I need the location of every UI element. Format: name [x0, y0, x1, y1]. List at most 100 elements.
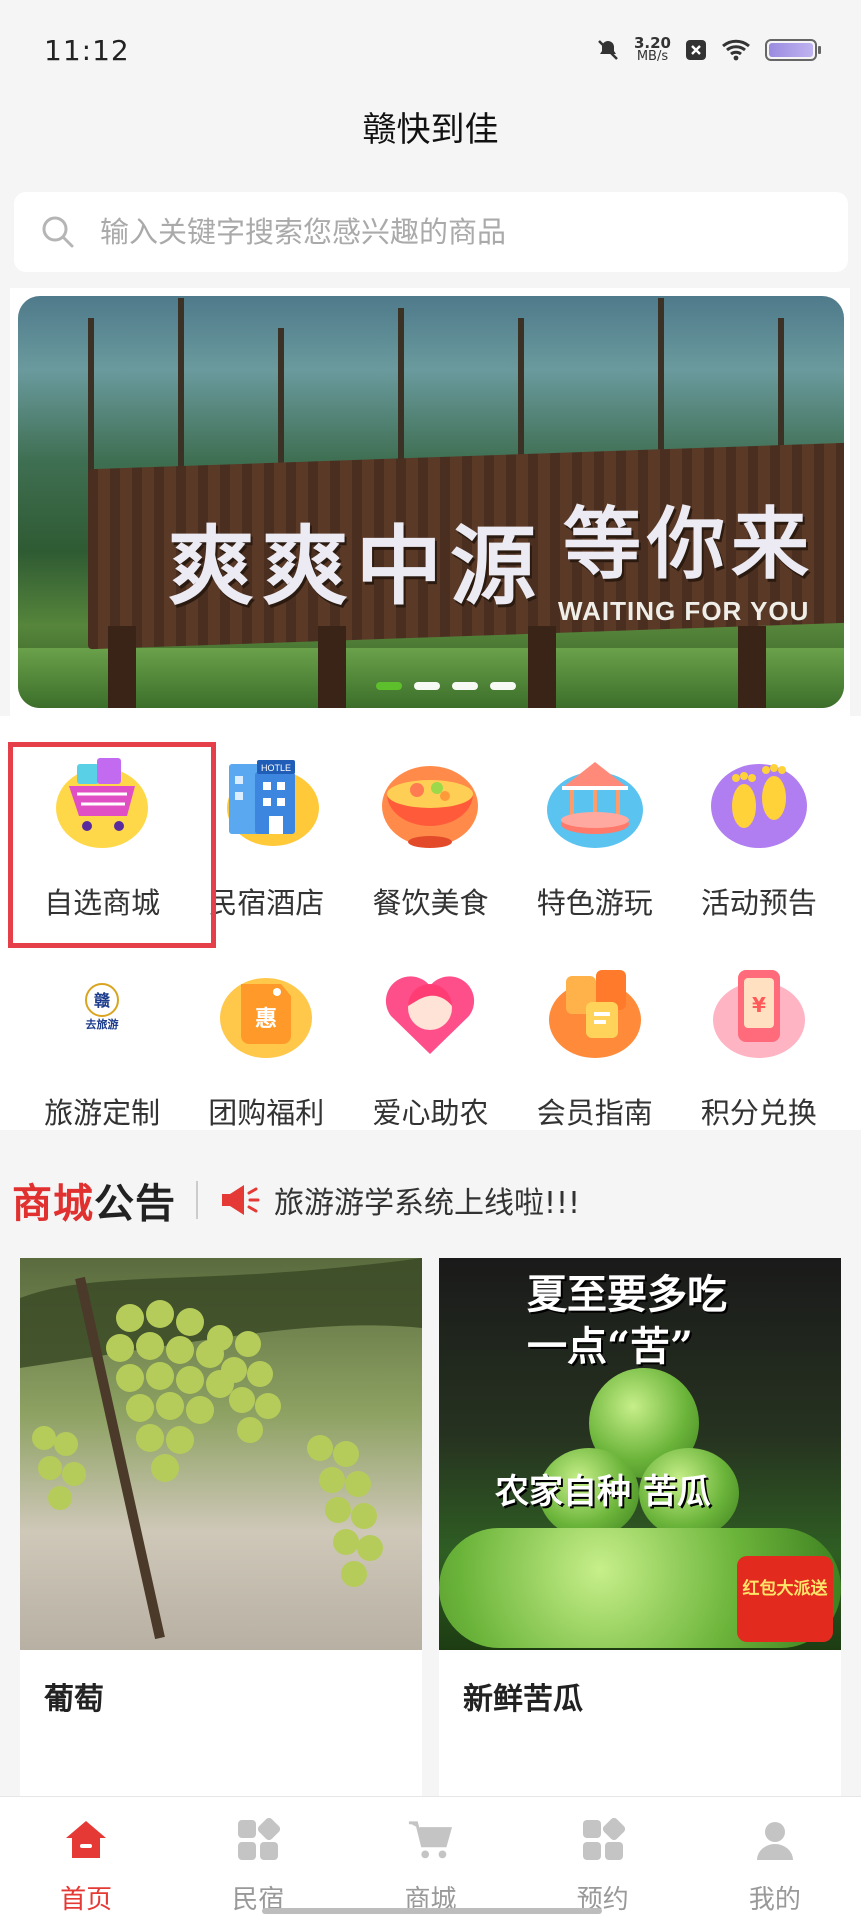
search-input[interactable] — [100, 215, 800, 249]
grid-apps-icon — [580, 1817, 626, 1863]
category-label: 餐饮美食 — [372, 886, 489, 920]
carousel-dot[interactable] — [376, 682, 402, 690]
product-name: 新鲜苦瓜 — [463, 1682, 583, 1717]
category-label: 会员指南 — [536, 1096, 653, 1130]
category-label: 特色游玩 — [536, 886, 653, 920]
product-image-grapes — [20, 1258, 422, 1650]
cart-icon — [407, 1817, 453, 1863]
bell-muted-icon — [596, 38, 620, 62]
category-label: 活动预告 — [700, 886, 817, 920]
category-grid: 自选商城 HOTLE 民宿酒店 餐饮美食 特色游玩 活动预告 赣 去旅游 旅游定… — [20, 746, 841, 1132]
nav-label: 我的 — [748, 1885, 801, 1915]
status-time: 11:12 — [44, 33, 130, 67]
banner-grass — [18, 648, 844, 708]
product-card[interactable]: 葡萄 ¥ — [20, 1258, 422, 1798]
svg-text:¥: ¥ — [752, 993, 766, 1017]
notice-title-part-b: 公告 — [94, 1182, 176, 1226]
category-label: 爱心助农 — [372, 1096, 489, 1130]
sign-post — [318, 626, 346, 708]
banner-carousel[interactable]: 爽爽中源 等你来 WAITING FOR YOU — [18, 296, 844, 708]
category-label: 团购福利 — [208, 1096, 325, 1130]
grid-apps-icon — [235, 1817, 281, 1863]
banner-sign-text: 爽爽中源 — [168, 516, 544, 617]
sign-post — [528, 626, 556, 708]
category-item-help-farmers[interactable]: 爱心助农 — [348, 956, 512, 1132]
category-label: 旅游定制 — [44, 1096, 161, 1130]
shopping-cart-icon — [47, 746, 157, 856]
wifi-icon — [721, 39, 751, 61]
category-label: 自选商城 — [44, 886, 161, 920]
svg-text:HOTLE: HOTLE — [261, 763, 291, 773]
nav-label: 首页 — [60, 1885, 113, 1915]
close-box-icon — [685, 39, 707, 61]
nav-item-profile[interactable]: 我的 — [689, 1797, 861, 1920]
product-image-bitter-melon: 夏至要多吃 一点“苦” 农家自种 苦瓜 红包大派送 — [439, 1258, 841, 1650]
product-list: 葡萄 ¥ 夏至要多吃 一点“苦” 农家自种 苦瓜 红包大派送 新鲜苦瓜 ¥ — [0, 1258, 861, 1798]
notice-text: 旅游游学系统上线啦!!! — [274, 1186, 581, 1221]
nav-item-mall[interactable]: 商城 — [344, 1797, 516, 1920]
category-item-play[interactable]: 特色游玩 — [513, 746, 677, 922]
product-caption-2: 一点“苦” — [527, 1323, 694, 1370]
category-item-custom-travel[interactable]: 赣 去旅游 旅游定制 — [20, 956, 184, 1132]
category-item-mall[interactable]: 自选商城 — [20, 746, 184, 922]
travel-logo-icon: 赣 去旅游 — [47, 956, 157, 1066]
carousel-dots — [376, 682, 516, 690]
net-speed: 3.20 MB/s — [634, 36, 671, 64]
product-price-partial: ¥ — [439, 1718, 841, 1772]
nav-item-booking[interactable]: 预约 — [517, 1797, 689, 1920]
net-speed-value: 3.20 — [633, 34, 671, 52]
heart-avatar-icon — [375, 956, 485, 1066]
grapes-illustration — [20, 1258, 422, 1640]
notice-title-part-a: 商城 — [12, 1182, 94, 1226]
category-label: 民宿酒店 — [208, 886, 325, 920]
notice-title: 商城公告 — [12, 1171, 176, 1229]
status-bar: 11:12 3.20 MB/s — [0, 0, 861, 100]
product-caption-3: 农家自种 苦瓜 — [495, 1472, 711, 1512]
banner-sign-text-right: 等你来 — [563, 499, 816, 590]
footprints-icon — [704, 746, 814, 856]
carousel-dot[interactable] — [490, 682, 516, 690]
svg-text:惠: 惠 — [255, 1007, 277, 1032]
hotel-icon: HOTLE — [211, 746, 321, 856]
category-label: 积分兑换 — [700, 1096, 817, 1130]
banner-sign-english: WAITING FOR YOU — [558, 596, 810, 626]
search-bar[interactable] — [14, 192, 848, 272]
user-icon — [752, 1817, 798, 1863]
carousel-dot[interactable] — [452, 682, 478, 690]
category-item-points[interactable]: ¥ 积分兑换 — [677, 956, 841, 1132]
category-item-member-guide[interactable]: 会员指南 — [513, 956, 677, 1132]
product-caption-1: 夏至要多吃 — [527, 1271, 727, 1318]
food-bowl-icon — [375, 746, 485, 856]
category-item-events[interactable]: 活动预告 — [677, 746, 841, 922]
nav-item-homestay[interactable]: 民宿 — [172, 1797, 344, 1920]
bottom-nav: 首页 民宿 商城 预约 我的 — [0, 1796, 861, 1920]
travel-logo-text: 去旅游 — [86, 1017, 119, 1031]
svg-text:赣: 赣 — [94, 991, 111, 1010]
red-packet-badge: 红包大派送 — [737, 1556, 833, 1642]
carousel-icon — [540, 746, 650, 856]
category-item-food[interactable]: 餐饮美食 — [348, 746, 512, 922]
product-price-partial: ¥ — [20, 1718, 422, 1772]
net-speed-unit: MB/s — [636, 49, 669, 64]
search-icon — [40, 214, 76, 250]
discount-tag-icon: 惠 — [211, 956, 321, 1066]
product-name: 葡萄 — [44, 1682, 104, 1717]
category-section: 自选商城 HOTLE 民宿酒店 餐饮美食 特色游玩 活动预告 赣 去旅游 旅游定… — [0, 716, 861, 1130]
carousel-dot[interactable] — [414, 682, 440, 690]
category-item-group-buy[interactable]: 惠 团购福利 — [184, 956, 348, 1132]
app-title: 赣快到佳 — [362, 110, 499, 150]
points-phone-icon: ¥ — [704, 956, 814, 1066]
home-indicator[interactable] — [262, 1908, 602, 1914]
battery-icon — [765, 39, 821, 61]
category-item-hotel[interactable]: HOTLE 民宿酒店 — [184, 746, 348, 922]
banner-section: 爽爽中源 等你来 WAITING FOR YOU — [10, 288, 850, 716]
member-cards-icon — [540, 956, 650, 1066]
nav-item-home[interactable]: 首页 — [0, 1797, 172, 1920]
mall-notice[interactable]: 商城公告 旅游游学系统上线啦!!! — [0, 1160, 861, 1240]
sign-post — [738, 626, 766, 708]
status-icons: 3.20 MB/s — [596, 36, 821, 64]
sign-post — [108, 626, 136, 708]
product-card[interactable]: 夏至要多吃 一点“苦” 农家自种 苦瓜 红包大派送 新鲜苦瓜 ¥ — [439, 1258, 841, 1798]
notice-divider — [196, 1181, 198, 1219]
megaphone-icon — [218, 1182, 260, 1218]
